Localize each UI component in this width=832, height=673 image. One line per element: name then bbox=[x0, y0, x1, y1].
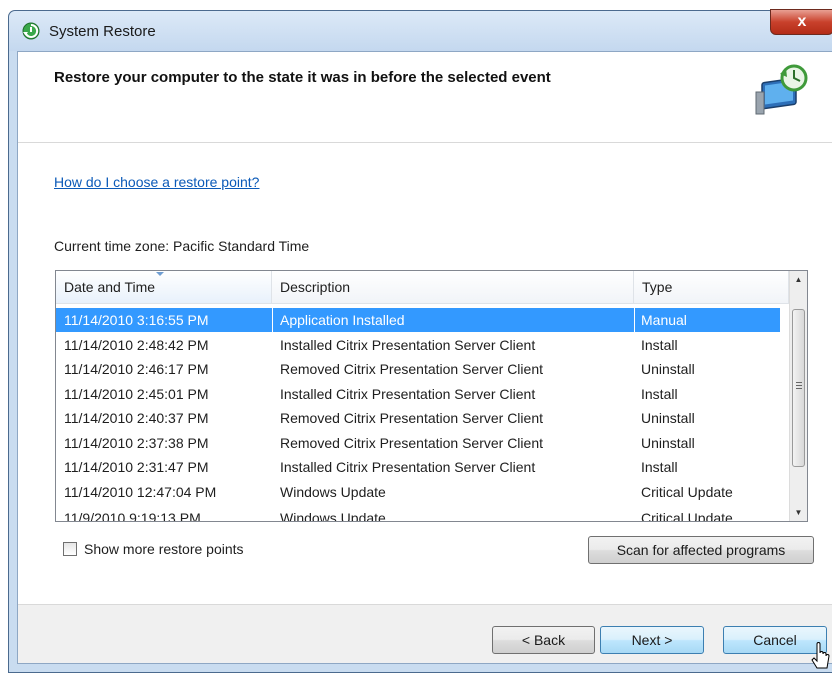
window-title: System Restore bbox=[49, 23, 156, 40]
table-row[interactable]: 11/14/2010 12:47:04 PM Windows Update Cr… bbox=[56, 480, 780, 504]
table-row[interactable]: 11/14/2010 2:48:42 PM Installed Citrix P… bbox=[56, 333, 780, 357]
scroll-down-icon[interactable]: ▼ bbox=[790, 504, 807, 521]
help-link[interactable]: How do I choose a restore point? bbox=[54, 174, 259, 190]
show-more-checkbox[interactable] bbox=[63, 542, 77, 556]
title-bar[interactable]: System Restore x bbox=[9, 9, 832, 51]
close-button[interactable]: x bbox=[770, 9, 832, 35]
scroll-up-icon[interactable]: ▲ bbox=[790, 271, 807, 288]
footer-area bbox=[18, 605, 832, 663]
table-row[interactable]: 11/9/2010 9:19:13 PM Windows Update Crit… bbox=[56, 506, 780, 521]
scan-affected-programs-button[interactable]: Scan for affected programs bbox=[588, 536, 814, 564]
next-button[interactable]: Next > bbox=[600, 626, 704, 654]
restore-monitor-icon bbox=[755, 64, 808, 115]
table-scrollbar[interactable]: ▲ ▼ bbox=[789, 271, 807, 521]
table-row[interactable]: 11/14/2010 3:16:55 PM Application Instal… bbox=[56, 308, 780, 332]
column-header-date[interactable]: Date and Time bbox=[56, 271, 272, 304]
timezone-label: Current time zone: Pacific Standard Time bbox=[54, 238, 310, 254]
show-more-label[interactable]: Show more restore points bbox=[84, 541, 244, 557]
window-frame: System Restore x Restore your computer t… bbox=[8, 9, 832, 673]
table-row[interactable]: 11/14/2010 2:37:38 PM Removed Citrix Pre… bbox=[56, 431, 780, 455]
dialog-client-area: Restore your computer to the state it wa… bbox=[17, 51, 832, 669]
table-row[interactable]: 11/14/2010 2:40:37 PM Removed Citrix Pre… bbox=[56, 406, 780, 430]
restore-points-table[interactable]: Date and Time Description Type 11/14/201… bbox=[55, 270, 808, 522]
mouse-cursor-icon bbox=[811, 642, 830, 669]
table-row[interactable]: 11/14/2010 2:31:47 PM Installed Citrix P… bbox=[56, 455, 780, 479]
scroll-thumb[interactable] bbox=[792, 309, 805, 467]
sort-arrow-icon bbox=[156, 272, 164, 276]
close-icon: x bbox=[797, 13, 807, 30]
column-header-description[interactable]: Description bbox=[272, 271, 634, 304]
system-restore-icon bbox=[22, 22, 40, 40]
column-header-type[interactable]: Type bbox=[634, 271, 789, 304]
header-title: Restore your computer to the state it wa… bbox=[54, 69, 551, 86]
table-row[interactable]: 11/14/2010 2:46:17 PM Removed Citrix Pre… bbox=[56, 357, 780, 381]
header-area: Restore your computer to the state it wa… bbox=[18, 52, 832, 143]
back-button[interactable]: < Back bbox=[492, 626, 595, 654]
grip-icon bbox=[796, 382, 802, 383]
table-row[interactable]: 11/14/2010 2:45:01 PM Installed Citrix P… bbox=[56, 382, 780, 406]
